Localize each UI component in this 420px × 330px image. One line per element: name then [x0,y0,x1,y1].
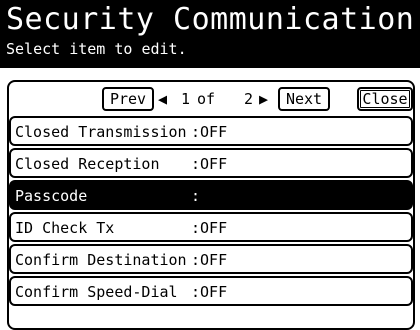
item-value: :OFF [191,155,228,173]
right-arrow-icon[interactable]: ▶ [259,89,268,109]
close-button[interactable]: Close [357,87,413,111]
item-value: :OFF [191,123,228,141]
item-label: Passcode [15,187,88,205]
next-button[interactable]: Next [278,87,330,111]
item-label: Closed Reception [15,155,160,173]
prev-button[interactable]: Prev [102,87,154,111]
list-item-confirm-destination[interactable]: Confirm Destination :OFF [9,244,413,274]
item-label: Confirm Speed-Dial [15,283,178,301]
pager: Prev ◀ 1 of 2 ▶ Next Close [9,86,413,114]
item-label: ID Check Tx [15,219,115,237]
list-item-closed-reception[interactable]: Closed Reception :OFF [9,148,413,178]
item-value: :OFF [191,283,228,301]
list-item-passcode[interactable]: Passcode : [9,180,413,210]
left-arrow-icon[interactable]: ◀ [158,89,167,109]
item-label: Confirm Destination [15,251,187,269]
header-bar: Security Communication Select item to ed… [0,0,420,68]
item-label: Closed Transmission [15,123,187,141]
item-value: :OFF [191,219,228,237]
list-item-id-check-tx[interactable]: ID Check Tx :OFF [9,212,413,242]
page-of-label: of [197,90,216,108]
screen: Security Communication Select item to ed… [0,0,420,330]
current-page: 1 [181,90,191,108]
screen-subtitle: Select item to edit. [6,40,187,58]
total-pages: 2 [244,90,254,108]
item-value: : [191,187,201,205]
screen-title: Security Communication [6,2,415,37]
item-value: :OFF [191,251,228,269]
list-item-confirm-speed-dial[interactable]: Confirm Speed-Dial :OFF [9,276,413,306]
list-item-closed-transmission[interactable]: Closed Transmission :OFF [9,116,413,146]
